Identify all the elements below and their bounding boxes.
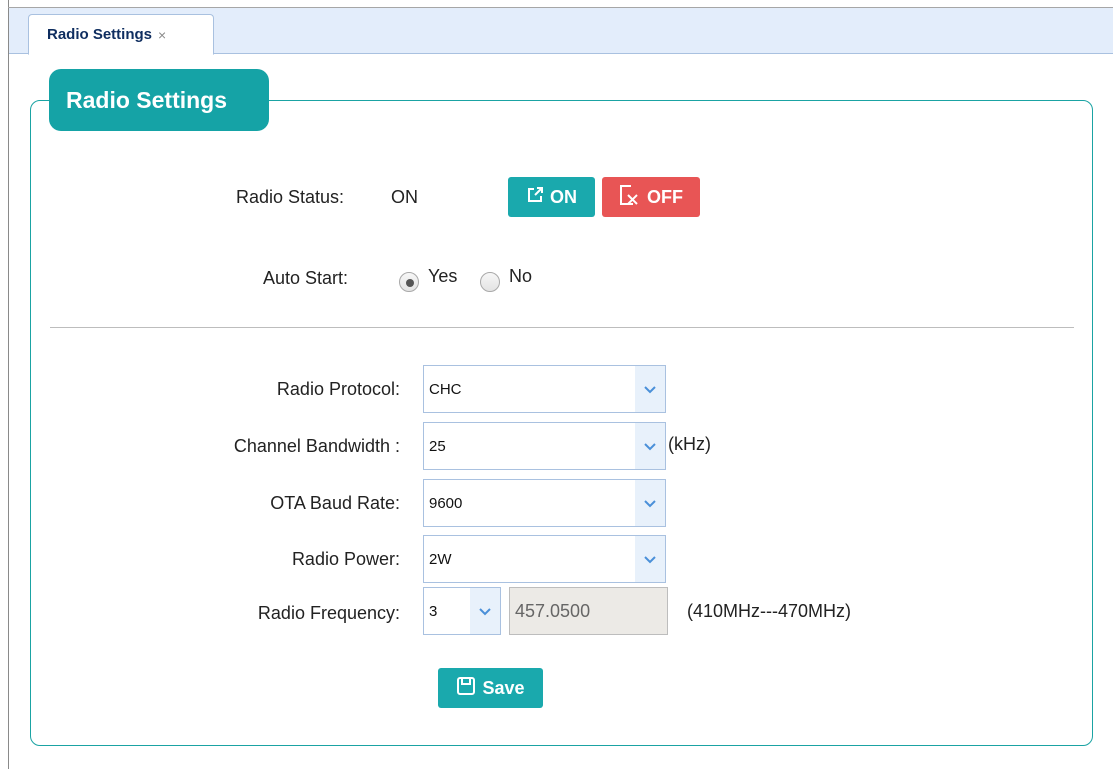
bandwidth-unit: (kHz) [668,434,711,454]
radio-frequency-label: Radio Frequency: [257,603,400,623]
tab-close-icon[interactable]: × [158,27,166,43]
channel-bandwidth-select[interactable]: 25 [423,422,666,470]
chevron-down-icon[interactable] [635,423,665,469]
channel-bandwidth-label: Channel Bandwidth : [233,436,400,456]
auto-start-label: Auto Start: [263,268,349,288]
chevron-down-icon[interactable] [635,480,665,526]
ota-baud-rate-label: OTA Baud Rate: [270,493,400,513]
radio-on-label: ON [550,186,577,207]
radio-frequency-channel-select[interactable]: 3 [423,587,501,635]
radio-frequency-range: (410MHz---470MHz) [687,601,852,621]
ota-baud-rate-value: 9600 [429,494,463,512]
chevron-down-icon[interactable] [470,588,500,634]
radio-status-value: ON [391,187,418,207]
auto-start-no-radio[interactable] [480,272,500,292]
radio-protocol-label: Radio Protocol: [276,379,400,399]
radio-selected-dot [406,279,414,287]
radio-off-button[interactable]: OFF [602,177,700,217]
channel-bandwidth-value: 25 [429,437,446,455]
auto-start-yes-label[interactable]: Yes [428,266,457,287]
section-divider [50,327,1074,328]
radio-status-label: Radio Status: [236,187,345,207]
save-label: Save [482,677,525,698]
floppy-disk-icon [456,676,476,701]
radio-protocol-value: CHC [429,380,462,398]
external-link-icon [526,186,544,209]
radio-frequency-channel-value: 3 [429,602,438,620]
radio-protocol-select[interactable]: CHC [423,365,666,413]
radio-off-label: OFF [647,186,683,207]
window-left-border [8,0,9,769]
panel-legend: Radio Settings [49,69,269,131]
auto-start-yes-radio[interactable] [399,272,419,292]
tab-label: Radio Settings [47,26,153,43]
tab-bar: Radio Settings × [9,8,1113,55]
close-box-icon [619,184,641,211]
save-button[interactable]: Save [438,668,543,708]
radio-on-button[interactable]: ON [508,177,595,217]
auto-start-no-label[interactable]: No [509,266,532,287]
radio-power-value: 2W [429,550,452,568]
chevron-down-icon[interactable] [635,366,665,412]
tab-radio-settings[interactable]: Radio Settings × [28,14,214,55]
radio-frequency-input: 457.0500 [509,587,668,635]
ota-baud-rate-select[interactable]: 9600 [423,479,666,527]
radio-power-label: Radio Power: [291,549,400,569]
chevron-down-icon[interactable] [635,536,665,582]
radio-power-select[interactable]: 2W [423,535,666,583]
